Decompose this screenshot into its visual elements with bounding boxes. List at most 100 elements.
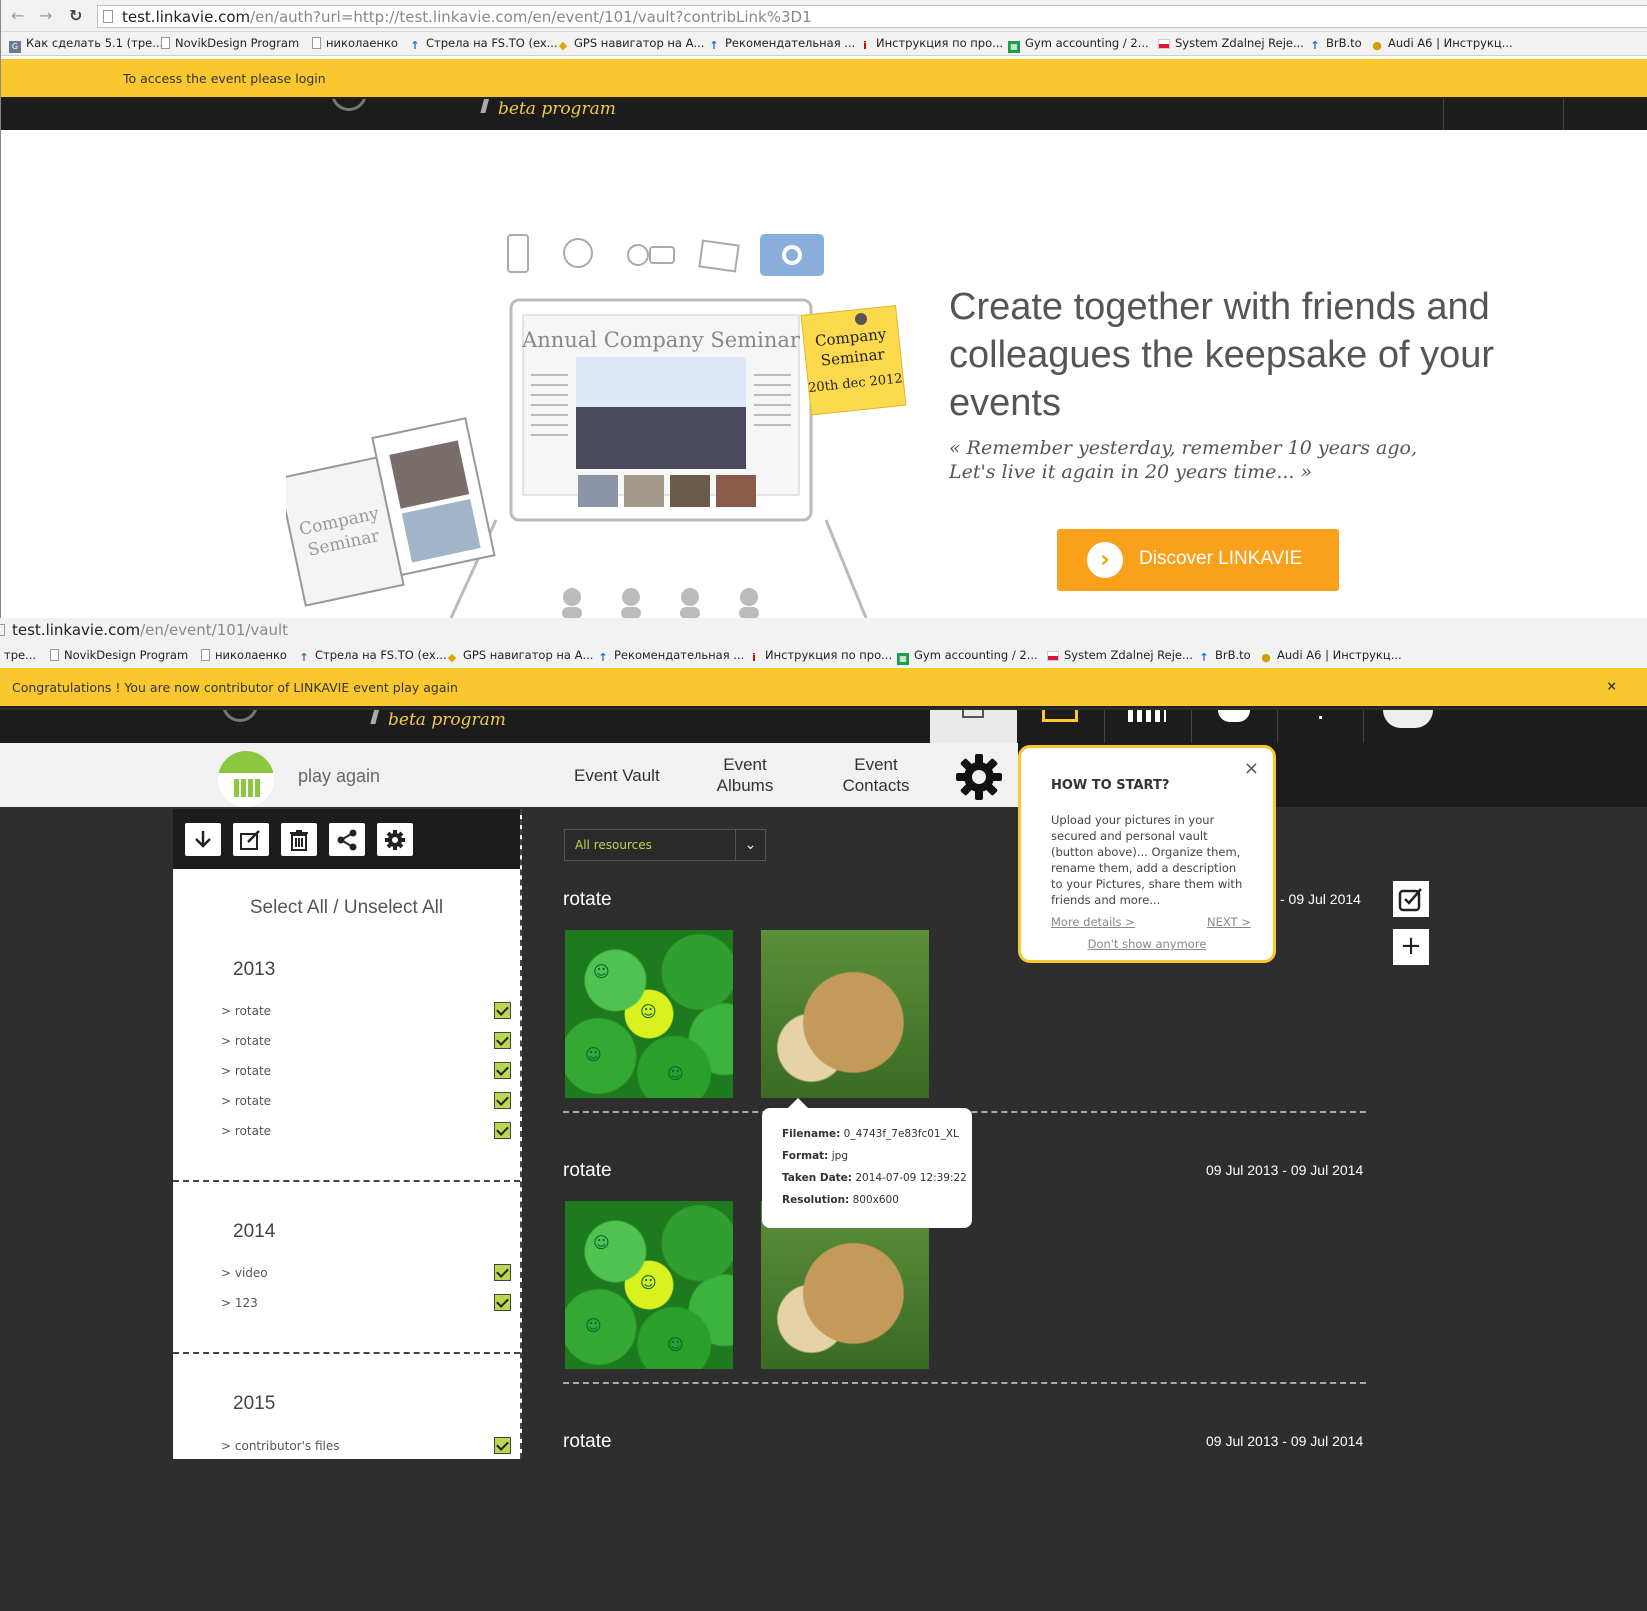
url-path: /en/event/101/vault [140,621,289,639]
select-all-link[interactable]: Select All / Unselect All [173,897,520,919]
close-icon[interactable]: × [1607,678,1617,693]
edit-button[interactable] [233,823,269,856]
arrow-up-icon: ↑ [1310,39,1320,52]
page-icon [161,37,170,49]
photo-thumbnail[interactable] [761,930,929,1098]
folder-checkbox[interactable] [494,1437,511,1454]
close-icon[interactable]: × [1244,758,1259,779]
more-details-link[interactable]: More details > [1051,915,1135,929]
bookmark[interactable]: ↑ Стрела на FS.TO (ex... [298,648,446,664]
arrow-up-icon: ↑ [299,651,309,664]
album-divider [563,1382,1366,1384]
nav-upload-tab[interactable] [930,710,1017,743]
reload-icon[interactable]: ↻ [69,6,82,25]
bookmark[interactable]: ↑ BrB.to [1309,36,1361,52]
folder-checkbox[interactable] [494,1294,511,1311]
tooltip-format: Format: jpg [782,1150,848,1162]
albums-icon[interactable] [1128,710,1166,722]
arrow-up-icon: ↑ [598,651,608,664]
arrow-up-icon: ↑ [410,39,420,52]
settings-button[interactable] [377,823,413,856]
contacts-icon[interactable] [1218,710,1250,722]
address-bar[interactable]: test.linkavie.com/en/event/101/vault [0,618,1647,642]
bookmark[interactable]: ↑ BrB.to [1198,648,1250,664]
top-nav [1018,710,1647,743]
select-mode-button[interactable] [1393,881,1429,917]
folder-item[interactable]: > 123 [221,1296,258,1310]
folder-checkbox[interactable] [494,1092,511,1109]
download-button[interactable] [185,823,221,856]
vault-toolbar [173,809,520,869]
popup-title: HOW TO START? [1051,778,1170,793]
forward-icon[interactable]: → [39,6,52,25]
download-icon [195,831,211,848]
tab-event-contacts[interactable]: Event Contacts [836,754,916,796]
folder-checkbox[interactable] [494,1032,511,1049]
bookmark[interactable]: ↑ Стрела на FS.TO (ex... [409,36,557,52]
discover-button[interactable]: › Discover LINKAVIE [1057,529,1339,591]
nav-divider [1277,710,1278,743]
plus-icon: + [1400,931,1422,961]
bookmark[interactable]: николаенко [201,648,287,662]
photo-thumbnail[interactable]: ☺ ☺ ☺ ☺ [565,930,733,1098]
bookmark[interactable]: ◆ GPS навигатор на А... [446,648,594,664]
folder-item[interactable]: > rotate [221,1034,271,1048]
tab-event-vault[interactable]: Event Vault [574,765,660,786]
smiley-glyph: ☺ [593,962,610,981]
camcorder-icon [627,244,649,266]
tab-event-albums[interactable]: Event Albums [710,754,780,796]
info-icon: i [752,651,756,664]
photo-thumbnail[interactable]: ☺ ☺ ☺ ☺ [565,1201,733,1369]
album-title[interactable]: rotate [563,889,612,911]
add-button[interactable]: + [1393,929,1429,965]
settings-gear-icon[interactable] [955,753,1003,801]
back-icon[interactable]: ← [11,6,24,25]
hero-quote: « Remember yesterday, remember 10 years … [949,436,1549,484]
folder-checkbox[interactable] [494,1264,511,1281]
folder-item[interactable]: > rotate [221,1094,271,1108]
bookmark[interactable]: i Инструкция по про... [859,36,1003,52]
folder-item[interactable]: > video [221,1266,268,1280]
logo-chevron-icon [331,99,367,111]
menu-dot-icon[interactable] [1319,716,1322,719]
folder-checkbox[interactable] [494,1122,511,1139]
album-title[interactable]: rotate [563,1431,612,1453]
resource-filter-select[interactable]: All resources ⌄ [564,829,766,861]
bookmark[interactable]: NovikDesign Program [161,36,299,50]
contributor-notice: Congratulations ! You are now contributo… [0,668,1647,708]
bookmark[interactable]: ▦ Gym accounting / 2... [1008,36,1149,53]
smiley-glyph: ☺ [667,1064,684,1083]
bookmark[interactable]: System Zdalnej Reje... [1047,648,1193,662]
folder-checkbox[interactable] [494,1062,511,1079]
bookmark[interactable]: ↑ Рекомендательная ... [708,36,855,52]
album-title[interactable]: rotate [563,1160,612,1182]
bookmark[interactable]: ▦ Gym accounting / 2... [897,648,1038,665]
folder-item[interactable]: > rotate [221,1124,271,1138]
dont-show-link[interactable]: Don't show anymore [1021,937,1273,951]
folder-item[interactable]: > rotate [221,1004,271,1018]
avatar[interactable] [1383,710,1433,728]
bookmark[interactable]: ↑ Рекомендательная ... [597,648,744,664]
login-notice: To access the event please login [1,59,1647,99]
bookmark[interactable]: николаенко [312,36,398,50]
chevron-right-icon: › [1087,542,1123,578]
bookmark[interactable]: тре... [4,648,36,662]
delete-button[interactable] [281,823,317,856]
url-input[interactable]: test.linkavie.com/en/auth?url=http://tes… [97,5,1647,28]
bookmark[interactable]: System Zdalnej Reje... [1158,36,1304,50]
share-button[interactable] [329,823,365,856]
bookmark[interactable]: G Как сделать 5.1 (тре... [9,36,163,53]
page-icon [50,649,59,661]
trash-icon [290,830,308,851]
vault-icon[interactable] [1042,710,1078,722]
folder-checkbox[interactable] [494,1002,511,1019]
bookmark[interactable]: NovikDesign Program [50,648,188,662]
bookmark[interactable]: i Инструкция по про... [748,648,892,664]
next-link[interactable]: NEXT > [1207,915,1251,929]
bookmark[interactable]: ● Audi A6 | Инструкц... [1260,648,1401,664]
bookmark[interactable]: ◆ GPS навигатор на А... [557,36,705,52]
spreadsheet-icon: ▦ [1008,41,1020,53]
folder-item[interactable]: > rotate [221,1064,271,1078]
folder-item[interactable]: > contributor's files [221,1439,340,1453]
bookmark[interactable]: ● Audi A6 | Инструкц... [1371,36,1512,52]
